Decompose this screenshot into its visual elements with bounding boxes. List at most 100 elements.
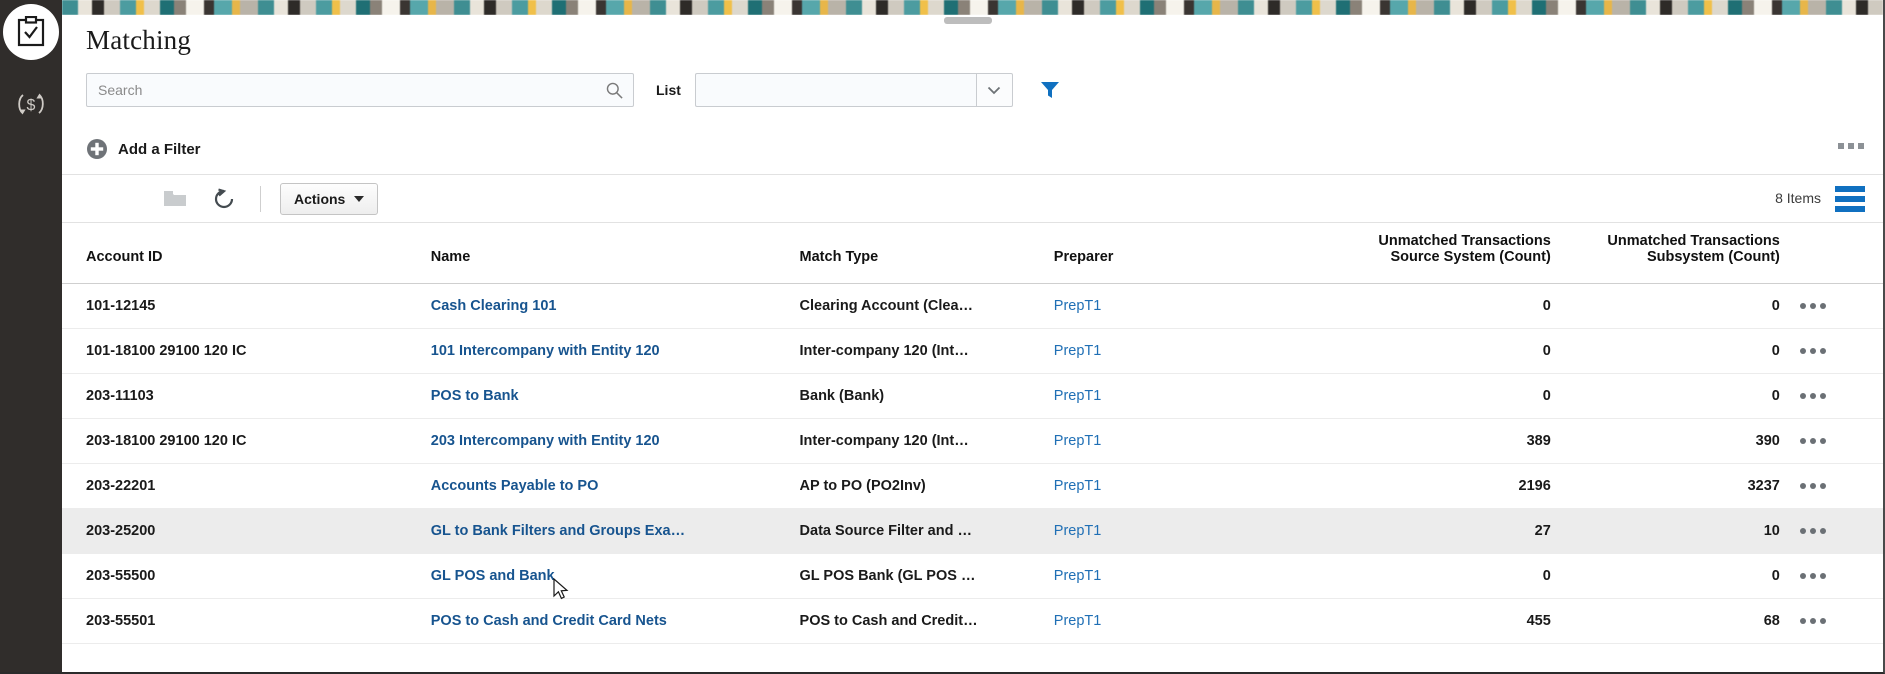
cell-row-actions — [1780, 419, 1883, 464]
cell-account-id: 203-55500 — [62, 554, 431, 599]
svg-text:$: $ — [27, 97, 36, 114]
preparer-link[interactable]: PrepT1 — [1054, 613, 1102, 629]
ellipsis-icon — [1800, 618, 1806, 624]
column-header-name[interactable]: Name — [431, 223, 800, 284]
table-row[interactable]: 203-22201Accounts Payable to POAP to PO … — [62, 464, 1883, 509]
ellipsis-icon — [1800, 483, 1806, 489]
cell-unmatched-subsystem-count: 10 — [1551, 509, 1780, 554]
match-name-link[interactable]: GL to Bank Filters and Groups Exa… — [431, 523, 685, 539]
cell-match-type: Inter-company 120 (Int… — [800, 329, 1054, 374]
table-row[interactable]: 203-11103POS to BankBank (Bank)PrepT100 — [62, 374, 1883, 419]
column-header-line1: Unmatched Transactions — [1322, 233, 1551, 249]
column-header-line1: Unmatched Transactions — [1551, 233, 1780, 249]
cell-preparer: PrepT1 — [1054, 419, 1322, 464]
row-actions-button[interactable] — [1780, 528, 1883, 534]
row-actions-button[interactable] — [1780, 618, 1883, 624]
cell-match-type: GL POS Bank (GL POS … — [800, 554, 1054, 599]
cell-name: Accounts Payable to PO — [431, 464, 800, 509]
cell-row-actions — [1780, 374, 1883, 419]
matching-table: Account ID Name Match Type Preparer Unma… — [62, 223, 1883, 644]
match-name-link[interactable]: Accounts Payable to PO — [431, 478, 599, 494]
table-row[interactable]: 203-25200GL to Bank Filters and Groups E… — [62, 509, 1883, 554]
ellipsis-icon — [1810, 438, 1816, 444]
match-name-link[interactable]: POS to Bank — [431, 388, 519, 404]
match-name-link[interactable]: 101 Intercompany with Entity 120 — [431, 343, 660, 359]
table-row[interactable]: 203-55500GL POS and Bank GL POS Bank (GL … — [62, 554, 1883, 599]
panel-drag-handle[interactable] — [944, 17, 992, 24]
ellipsis-icon — [1810, 618, 1816, 624]
cell-preparer: PrepT1 — [1054, 374, 1322, 419]
column-header-account-id[interactable]: Account ID — [62, 223, 431, 284]
table-row[interactable]: 101-18100 29100 120 IC101 Intercompany w… — [62, 329, 1883, 374]
preparer-link[interactable]: PrepT1 — [1054, 388, 1102, 404]
row-actions-button[interactable] — [1780, 303, 1883, 309]
filter-button[interactable] — [1037, 77, 1063, 103]
filter-bar-overflow-menu[interactable] — [1838, 143, 1864, 149]
list-dropdown-button[interactable] — [976, 73, 1013, 107]
preparer-link[interactable]: PrepT1 — [1054, 568, 1102, 584]
ellipsis-icon — [1800, 303, 1806, 309]
matching-table-container[interactable]: Account ID Name Match Type Preparer Unma… — [62, 223, 1883, 672]
refresh-button[interactable] — [210, 185, 238, 213]
add-filter-button[interactable]: Add a Filter — [86, 138, 201, 160]
matching-exchange-icon: $ — [16, 89, 46, 119]
cell-match-type: Inter-company 120 (Int… — [800, 419, 1054, 464]
match-name-link[interactable]: GL POS and Bank — [431, 568, 555, 584]
row-actions-button[interactable] — [1780, 393, 1883, 399]
row-actions-button[interactable] — [1780, 348, 1883, 354]
cell-account-id: 203-55501 — [62, 599, 431, 644]
table-header-row: Account ID Name Match Type Preparer Unma… — [62, 223, 1883, 284]
ellipsis-icon — [1810, 483, 1816, 489]
plus-circle-icon — [86, 138, 108, 160]
table-row[interactable]: 101-12145Cash Clearing 101Clearing Accou… — [62, 284, 1883, 329]
row-actions-button[interactable] — [1780, 573, 1883, 579]
match-name-link[interactable]: 203 Intercompany with Entity 120 — [431, 433, 660, 449]
cell-unmatched-source-count: 27 — [1322, 509, 1551, 554]
column-header-match-type[interactable]: Match Type — [800, 223, 1054, 284]
cell-match-type: AP to PO (PO2Inv) — [800, 464, 1054, 509]
preparer-link[interactable]: PrepT1 — [1054, 343, 1102, 359]
row-actions-button[interactable] — [1780, 483, 1883, 489]
view-toggle-button[interactable] — [1835, 186, 1865, 212]
list-view-icon — [1835, 196, 1865, 202]
grid-toolbar: Actions 8 Items — [62, 175, 1883, 223]
sidebar-item-matching[interactable]: $ — [3, 82, 59, 126]
cell-account-id: 101-18100 29100 120 IC — [62, 329, 431, 374]
cell-unmatched-subsystem-count: 0 — [1551, 284, 1780, 329]
cell-name: 101 Intercompany with Entity 120 — [431, 329, 800, 374]
search-icon[interactable] — [605, 81, 624, 100]
match-name-link[interactable]: Cash Clearing 101 — [431, 298, 557, 314]
column-header-preparer[interactable]: Preparer — [1054, 223, 1322, 284]
ellipsis-icon — [1820, 618, 1826, 624]
folder-button[interactable] — [161, 185, 189, 213]
column-header-unmatched-source-system[interactable]: Unmatched Transactions Source System (Co… — [1322, 223, 1551, 284]
cell-unmatched-subsystem-count: 0 — [1551, 329, 1780, 374]
row-actions-button[interactable] — [1780, 438, 1883, 444]
column-header-unmatched-subsystem[interactable]: Unmatched Transactions Subsystem (Count) — [1551, 223, 1780, 284]
search-box[interactable] — [86, 73, 634, 107]
actions-button[interactable]: Actions — [280, 183, 378, 215]
list-select-field[interactable] — [695, 73, 976, 107]
ellipsis-icon — [1820, 438, 1826, 444]
cell-account-id: 101-12145 — [62, 284, 431, 329]
cell-name: POS to Bank — [431, 374, 800, 419]
table-row[interactable]: 203-18100 29100 120 IC203 Intercompany w… — [62, 419, 1883, 464]
cell-row-actions — [1780, 464, 1883, 509]
table-row[interactable]: 203-55501POS to Cash and Credit Card Net… — [62, 599, 1883, 644]
preparer-link[interactable]: PrepT1 — [1054, 523, 1102, 539]
preparer-link[interactable]: PrepT1 — [1054, 478, 1102, 494]
cell-preparer: PrepT1 — [1054, 509, 1322, 554]
preparer-link[interactable]: PrepT1 — [1054, 298, 1102, 314]
ellipsis-icon — [1800, 438, 1806, 444]
cell-row-actions — [1780, 509, 1883, 554]
cell-unmatched-source-count: 0 — [1322, 329, 1551, 374]
list-view-icon — [1835, 186, 1865, 192]
preparer-link[interactable]: PrepT1 — [1054, 433, 1102, 449]
search-input[interactable] — [87, 74, 633, 106]
cell-unmatched-subsystem-count: 3237 — [1551, 464, 1780, 509]
ellipsis-icon — [1820, 483, 1826, 489]
ellipsis-icon — [1858, 143, 1864, 149]
cell-unmatched-source-count: 0 — [1322, 284, 1551, 329]
match-name-link[interactable]: POS to Cash and Credit Card Nets — [431, 613, 667, 629]
sidebar-item-tasks[interactable] — [3, 4, 59, 60]
